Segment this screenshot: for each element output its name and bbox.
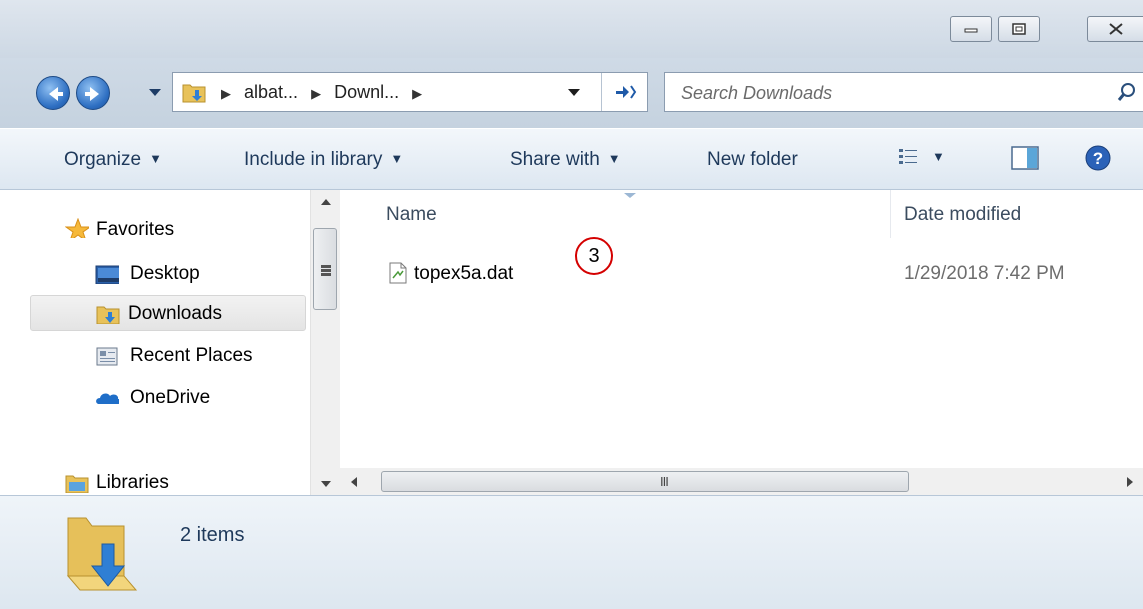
hscroll-thumb[interactable]: III — [381, 471, 909, 492]
change-view-button[interactable]: ▼ — [898, 147, 945, 173]
nav-item-desktop[interactable]: Desktop — [30, 256, 306, 292]
recent-places-icon — [96, 347, 118, 366]
chevron-down-icon: ▼ — [390, 151, 404, 166]
grip-icon: ▬ ▬ ▬ — [321, 260, 331, 279]
nav-item-label: OneDrive — [130, 387, 211, 408]
address-bar[interactable]: ▶ albat... ▶ Downl... ▶ — [172, 72, 648, 112]
file-list-hscrollbar[interactable]: III — [340, 468, 1143, 495]
scroll-up-icon[interactable] — [320, 198, 332, 206]
breadcrumb-separator[interactable]: ▶ — [412, 86, 422, 101]
minimize-icon — [951, 17, 991, 41]
maximize-button[interactable] — [998, 16, 1040, 42]
libraries-icon — [65, 475, 89, 493]
restore-icon — [999, 17, 1039, 41]
command-bar: Organize ▼ Include in library ▼ Share with… — [0, 128, 1143, 190]
svg-text:?: ? — [1093, 149, 1103, 168]
downloads-icon — [96, 306, 120, 324]
share-with-label: Share with — [510, 149, 600, 170]
breadcrumb-item-user[interactable]: albat... — [244, 82, 298, 102]
chevron-down-icon: ▼ — [149, 151, 162, 166]
nav-favorites-label: Favorites — [96, 219, 175, 240]
nav-item-label: Recent Places — [130, 345, 253, 366]
nav-item-recent-places[interactable]: Recent Places — [30, 338, 306, 374]
chevron-down-icon: ▼ — [932, 149, 945, 164]
nav-scroll-thumb[interactable]: ▬ ▬ ▬ — [313, 228, 337, 310]
breadcrumb-item-downloads[interactable]: Downl... — [334, 82, 399, 102]
breadcrumb-separator[interactable]: ▶ — [311, 86, 321, 101]
column-header-name[interactable]: Name — [386, 204, 437, 226]
search-input[interactable] — [679, 79, 1083, 107]
breadcrumb: ▶ albat... ▶ Downl... ▶ — [213, 82, 430, 103]
scroll-right-icon[interactable] — [1126, 476, 1134, 488]
downloads-folder-large-icon — [66, 517, 138, 591]
preview-pane-button[interactable] — [1010, 145, 1040, 177]
include-in-library-button[interactable]: Include in library ▼ — [244, 149, 403, 171]
scroll-down-icon[interactable] — [320, 480, 332, 488]
nav-item-onedrive[interactable]: OneDrive — [30, 380, 306, 416]
navigation-pane: Favorites Desktop Downloads Recent Place… — [0, 190, 310, 495]
column-header-date-modified[interactable]: Date modified — [904, 204, 1021, 226]
file-date-modified: 1/29/2018 7:42 PM — [904, 263, 1065, 284]
back-arrow-icon — [49, 87, 63, 101]
search-icon[interactable] — [1117, 82, 1137, 102]
nav-item-label: Downloads — [128, 303, 222, 324]
new-folder-button[interactable]: New folder — [707, 149, 798, 171]
downloads-folder-icon — [182, 84, 206, 103]
nav-scrollbar[interactable]: ▬ ▬ ▬ — [310, 190, 340, 495]
column-divider[interactable] — [890, 190, 891, 238]
minimize-button[interactable] — [950, 16, 992, 42]
organize-button[interactable]: Organize ▼ — [64, 149, 162, 171]
close-button[interactable] — [1087, 16, 1143, 42]
data-file-icon — [389, 262, 407, 284]
nav-item-label: Desktop — [130, 263, 200, 284]
view-options-icon — [899, 149, 917, 164]
details-pane: 2 items — [0, 495, 1143, 609]
scroll-left-icon[interactable] — [350, 476, 358, 488]
preview-pane-icon — [1011, 146, 1039, 170]
annotation-marker: 3 — [575, 237, 613, 275]
share-with-button[interactable]: Share with ▼ — [510, 149, 621, 171]
refresh-button[interactable] — [601, 73, 648, 111]
item-count: 2 items — [180, 524, 245, 546]
help-button[interactable]: ? — [1084, 144, 1112, 178]
file-list: Name Date modified topex5a.dat 1/29/2018… — [340, 190, 1143, 468]
back-button[interactable] — [36, 76, 70, 110]
file-name[interactable]: topex5a.dat — [414, 263, 513, 285]
history-dropdown-icon[interactable] — [148, 88, 162, 98]
desktop-icon — [95, 265, 119, 284]
forward-arrow-icon — [85, 87, 99, 101]
refresh-icon — [616, 85, 637, 99]
breadcrumb-separator[interactable]: ▶ — [221, 86, 231, 101]
title-bar — [0, 0, 1143, 58]
sort-indicator-icon — [624, 193, 636, 198]
nav-libraries-label: Libraries — [96, 472, 169, 493]
address-dropdown-icon[interactable] — [567, 88, 581, 98]
help-icon: ? — [1085, 145, 1111, 171]
explorer-window: ▶ albat... ▶ Downl... ▶ Organize ▼ Includ… — [0, 0, 1143, 609]
include-in-library-label: Include in library — [244, 149, 383, 170]
chevron-down-icon: ▼ — [607, 151, 621, 166]
close-icon — [1088, 17, 1143, 41]
forward-button[interactable] — [76, 76, 110, 110]
organize-label: Organize — [64, 149, 142, 170]
star-icon — [65, 218, 89, 238]
search-box[interactable] — [664, 72, 1143, 112]
onedrive-icon — [96, 393, 119, 404]
new-folder-label: New folder — [707, 149, 798, 170]
grip-icon: III — [660, 474, 669, 489]
nav-item-downloads[interactable]: Downloads — [30, 295, 306, 331]
nav-favorites[interactable]: Favorites — [30, 212, 306, 248]
